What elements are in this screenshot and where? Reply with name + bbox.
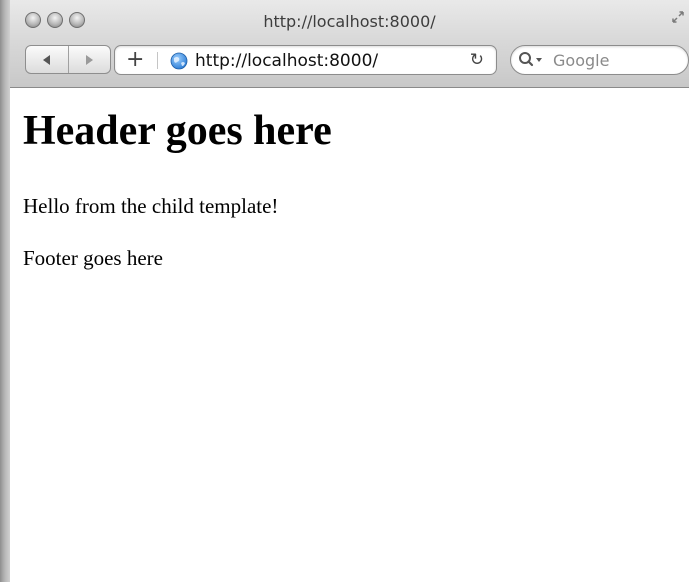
- search-field[interactable]: Google: [510, 45, 689, 75]
- window-left-edge: [0, 0, 10, 582]
- forward-button[interactable]: [68, 46, 110, 73]
- resize-icon[interactable]: [671, 10, 685, 24]
- address-divider: [157, 52, 158, 69]
- address-bar[interactable]: + http://localhost:8000/ ↻: [114, 45, 497, 75]
- back-icon: [42, 54, 50, 65]
- browser-window: http://localhost:8000/ + http://localhos…: [0, 0, 689, 582]
- search-icon[interactable]: [518, 51, 544, 69]
- globe-icon: [170, 52, 188, 70]
- back-button[interactable]: [26, 46, 68, 73]
- address-text[interactable]: http://localhost:8000/: [195, 51, 378, 71]
- footer-paragraph: Footer goes here: [23, 246, 163, 270]
- body-paragraph: Hello from the child template!: [23, 194, 279, 218]
- forward-icon: [86, 54, 94, 65]
- reload-icon[interactable]: ↻: [470, 50, 484, 70]
- window-title: http://localhost:8000/: [263, 12, 436, 31]
- page-content: Header goes here Hello from the child te…: [10, 88, 689, 582]
- toolbar: http://localhost:8000/ + http://localhos…: [10, 0, 689, 88]
- back-forward-group: [25, 45, 111, 74]
- page-heading: Header goes here: [23, 108, 332, 154]
- add-bookmark-button[interactable]: +: [126, 47, 144, 73]
- search-placeholder: Google: [553, 51, 610, 70]
